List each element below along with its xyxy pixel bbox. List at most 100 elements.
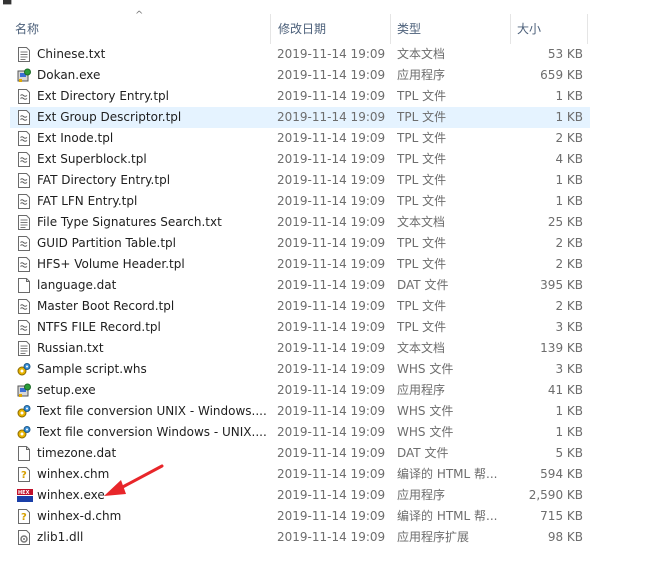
svg-text:HEX: HEX	[18, 490, 30, 496]
file-size: 594 KB	[540, 467, 583, 481]
file-row[interactable]: Ext Directory Entry.tpl 2019-11-14 19:09 T…	[10, 86, 590, 107]
file-type: 文本文档	[397, 341, 446, 355]
file-name: Chinese.txt	[37, 47, 106, 61]
file-size: 3 KB	[555, 362, 583, 376]
file-row[interactable]: timezone.dat 2019-11-14 19:09 DAT 文件 5 KB	[10, 443, 590, 464]
file-name: Sample script.whs	[37, 362, 147, 376]
file-name: GUID Partition Table.tpl	[37, 236, 177, 250]
template-file-icon	[17, 131, 31, 146]
column-header-date[interactable]: 修改日期	[278, 14, 326, 44]
template-file-icon	[17, 89, 31, 104]
file-type: WHS 文件	[397, 425, 454, 439]
file-size: 98 KB	[547, 530, 583, 544]
file-size: 1 KB	[555, 110, 583, 124]
file-row[interactable]: Ext Group Descriptor.tpl 2019-11-14 19:09…	[10, 107, 590, 128]
file-type: TPL 文件	[397, 131, 447, 145]
file-row[interactable]: zlib1.dll 2019-11-14 19:09 应用程序扩展 98 KB	[10, 527, 590, 548]
file-type: 文本文档	[397, 215, 446, 229]
file-row[interactable]: ? winhex-d.chm 2019-11-14 19:09 编译的 HTML 帮.…	[10, 506, 590, 527]
file-row[interactable]: Chinese.txt 2019-11-14 19:09 文本文档 53 KB	[10, 44, 590, 65]
script-gear-icon	[17, 404, 31, 419]
file-name: FAT Directory Entry.tpl	[37, 173, 171, 187]
file-modified-date: 2019-11-14 19:09	[277, 236, 386, 250]
file-name: Russian.txt	[37, 341, 104, 355]
file-row[interactable]: Text file conversion Windows - UNIX.... 2…	[10, 422, 590, 443]
file-type: 应用程序	[397, 488, 446, 502]
sort-ascending-icon[interactable]: ^	[135, 10, 143, 21]
script-gear-icon	[17, 425, 31, 440]
file-row[interactable]: Russian.txt 2019-11-14 19:09 文本文档 139 KB	[10, 338, 590, 359]
file-row[interactable]: FAT LFN Entry.tpl 2019-11-14 19:09 TPL 文件 1…	[10, 191, 590, 212]
file-row[interactable]: Text file conversion UNIX - Windows.... 2…	[10, 401, 590, 422]
file-type: 编译的 HTML 帮...	[397, 509, 498, 523]
file-row[interactable]: Ext Inode.tpl 2019-11-14 19:09 TPL 文件 2 KB	[10, 128, 590, 149]
file-type: WHS 文件	[397, 362, 454, 376]
file-type: TPL 文件	[397, 320, 447, 334]
template-file-icon	[17, 173, 31, 188]
template-file-icon	[17, 236, 31, 251]
column-divider[interactable]	[510, 14, 511, 44]
file-type: 编译的 HTML 帮...	[397, 467, 498, 481]
file-row[interactable]: GUID Partition Table.tpl 2019-11-14 19:09…	[10, 233, 590, 254]
help-file-icon: ?	[17, 467, 31, 482]
file-modified-date: 2019-11-14 19:09	[277, 362, 386, 376]
text-file-icon	[17, 47, 31, 62]
file-name: timezone.dat	[37, 446, 117, 460]
help-file-icon: ?	[17, 509, 31, 524]
file-size: 1 KB	[555, 404, 583, 418]
file-type: DAT 文件	[397, 446, 449, 460]
file-name: Ext Directory Entry.tpl	[37, 89, 170, 103]
file-size: 2 KB	[555, 131, 583, 145]
file-modified-date: 2019-11-14 19:09	[277, 152, 386, 166]
file-modified-date: 2019-11-14 19:09	[277, 467, 386, 481]
file-type: TPL 文件	[397, 299, 447, 313]
file-row[interactable]: File Type Signatures Search.txt 2019-11-1…	[10, 212, 590, 233]
file-row[interactable]: setup.exe 2019-11-14 19:09 应用程序 41 KB	[10, 380, 590, 401]
file-type: TPL 文件	[397, 110, 447, 124]
file-name: winhex-d.chm	[37, 509, 122, 523]
file-size: 4 KB	[555, 152, 583, 166]
file-size: 715 KB	[540, 509, 583, 523]
file-name: HFS+ Volume Header.tpl	[37, 257, 185, 271]
file-name: Ext Group Descriptor.tpl	[37, 110, 182, 124]
file-modified-date: 2019-11-14 19:09	[277, 257, 386, 271]
template-file-icon	[17, 299, 31, 314]
file-type: TPL 文件	[397, 236, 447, 250]
file-row[interactable]: Master Boot Record.tpl 2019-11-14 19:09 TP…	[10, 296, 590, 317]
file-row[interactable]: NTFS FILE Record.tpl 2019-11-14 19:09 TPL …	[10, 317, 590, 338]
file-name: winhex.chm	[37, 467, 110, 481]
file-row[interactable]: language.dat 2019-11-14 19:09 DAT 文件 395 KB	[10, 275, 590, 296]
file-name: winhex.exe	[37, 488, 105, 502]
template-file-icon	[17, 320, 31, 335]
file-modified-date: 2019-11-14 19:09	[277, 215, 386, 229]
installer-icon	[17, 68, 31, 83]
winhex-app-icon: HEX	[17, 488, 33, 503]
file-row[interactable]: Ext Superblock.tpl 2019-11-14 19:09 TPL 文件…	[10, 149, 590, 170]
file-size: 395 KB	[540, 278, 583, 292]
file-row[interactable]: Dokan.exe 2019-11-14 19:09 应用程序 659 KB	[10, 65, 590, 86]
file-row[interactable]: HEX winhex.exe 2019-11-14 19:09 应用程序 2,590 K…	[10, 485, 590, 506]
file-name: Text file conversion Windows - UNIX....	[37, 425, 267, 439]
column-divider[interactable]	[270, 14, 271, 44]
file-modified-date: 2019-11-14 19:09	[277, 509, 386, 523]
column-divider[interactable]	[587, 14, 588, 44]
file-row[interactable]: HFS+ Volume Header.tpl 2019-11-14 19:09 TP…	[10, 254, 590, 275]
column-header-type[interactable]: 类型	[397, 14, 421, 44]
template-file-icon	[17, 152, 31, 167]
column-divider[interactable]	[390, 14, 391, 44]
column-header-name[interactable]: 名称	[15, 14, 39, 44]
file-size: 25 KB	[547, 215, 583, 229]
file-type: DAT 文件	[397, 278, 449, 292]
file-type: 应用程序扩展	[397, 530, 470, 544]
file-size: 1 KB	[555, 194, 583, 208]
file-modified-date: 2019-11-14 19:09	[277, 383, 386, 397]
template-file-icon	[17, 194, 31, 209]
file-row[interactable]: FAT Directory Entry.tpl 2019-11-14 19:09 T…	[10, 170, 590, 191]
file-type: TPL 文件	[397, 89, 447, 103]
file-name: File Type Signatures Search.txt	[37, 215, 222, 229]
text-file-icon	[17, 215, 31, 230]
column-header-size[interactable]: 大小	[517, 14, 541, 44]
file-row[interactable]: ? winhex.chm 2019-11-14 19:09 编译的 HTML 帮...…	[10, 464, 590, 485]
file-row[interactable]: Sample script.whs 2019-11-14 19:09 WHS 文件 3…	[10, 359, 590, 380]
file-modified-date: 2019-11-14 19:09	[277, 278, 386, 292]
